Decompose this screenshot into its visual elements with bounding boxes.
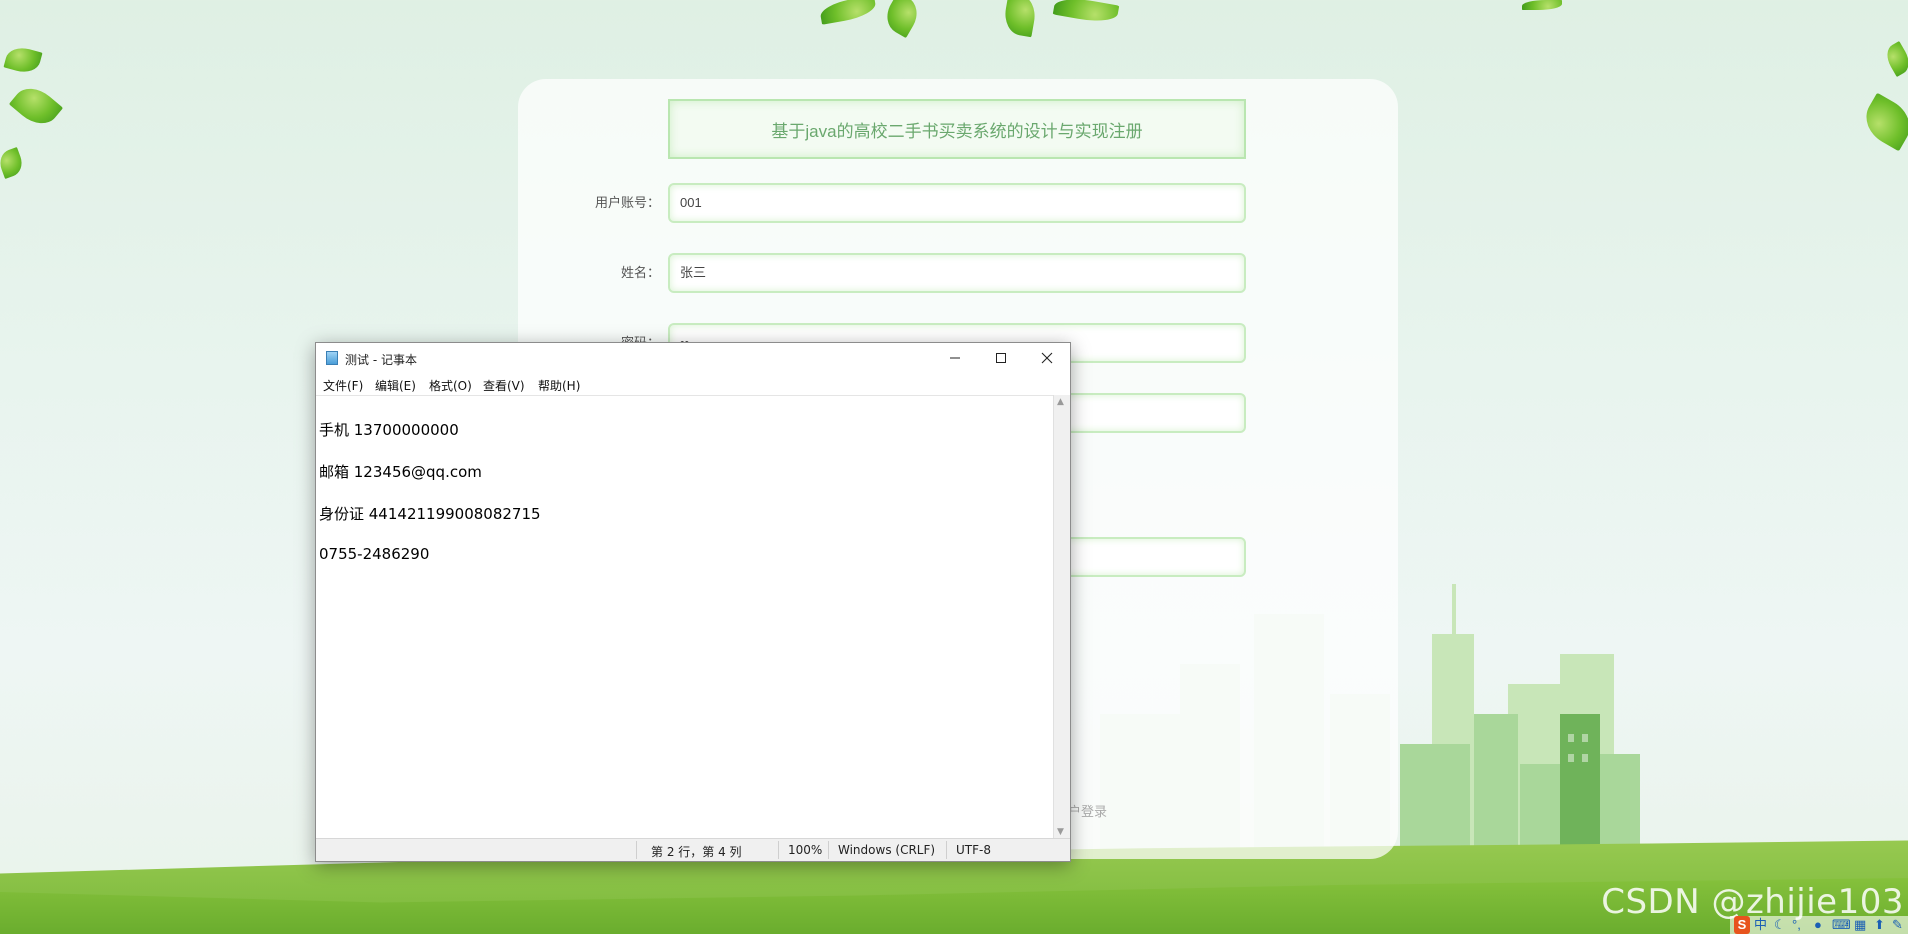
keyboard-icon[interactable]: ⌨ bbox=[1832, 916, 1851, 934]
name-label: 姓名： bbox=[620, 265, 660, 280]
text-line: 手机 13700000000 bbox=[319, 421, 459, 439]
cursor-position: 第 2 行，第 4 列 bbox=[651, 845, 742, 859]
skin-icon[interactable]: ⬆ bbox=[1874, 916, 1885, 934]
leaf-decoration bbox=[0, 147, 26, 179]
account-input[interactable]: 001 bbox=[668, 183, 1246, 223]
ime-logo-icon: S bbox=[1734, 916, 1750, 934]
register-title: 基于java的高校二手书买卖系统的设计与实现注册 bbox=[668, 99, 1246, 159]
leaf-decoration bbox=[1522, 0, 1562, 10]
notepad-window: 测试 - 记事本 文件(F) 编辑(E) 格式(O) 查看(V) 帮助(H) 手… bbox=[315, 342, 1071, 862]
minimize-button[interactable] bbox=[932, 343, 978, 373]
moon-icon[interactable]: ☾ bbox=[1774, 916, 1786, 934]
leaf-decoration bbox=[1001, 0, 1039, 38]
menu-view[interactable]: 查看(V) bbox=[483, 377, 525, 394]
tool-icon[interactable]: ✎ bbox=[1892, 916, 1903, 934]
register-title-text: 基于java的高校二手书买卖系统的设计与实现注册 bbox=[771, 121, 1143, 141]
scroll-down-icon[interactable]: ▼ bbox=[1057, 827, 1064, 837]
minimize-icon bbox=[950, 357, 960, 359]
menu-edit[interactable]: 编辑(E) bbox=[375, 377, 416, 394]
leaf-decoration bbox=[818, 0, 878, 25]
leaf-decoration bbox=[1881, 41, 1908, 77]
leaf-decoration bbox=[8, 79, 64, 133]
menu-help[interactable]: 帮助(H) bbox=[538, 377, 580, 394]
maximize-icon bbox=[996, 353, 1006, 363]
name-row: 姓名： 张三 bbox=[518, 253, 1246, 293]
notepad-text-area[interactable]: 手机 13700000000 邮箱 123456@qq.com 身份证 4414… bbox=[316, 395, 1054, 839]
account-row: 用户账号： 001 bbox=[518, 183, 1246, 223]
scroll-up-icon[interactable]: ▲ bbox=[1057, 397, 1064, 407]
close-icon bbox=[1041, 352, 1053, 364]
mic-icon[interactable]: ● bbox=[1814, 916, 1822, 934]
leaf-decoration bbox=[1052, 0, 1120, 26]
vertical-scrollbar[interactable]: ▲ ▼ bbox=[1053, 395, 1070, 839]
text-line: 身份证 441421199008082715 bbox=[319, 505, 541, 523]
notepad-statusbar: 第 2 行，第 4 列 100% Windows (CRLF) UTF-8 bbox=[316, 838, 1070, 861]
ime-toolbar[interactable]: S 中 ☾ °, ● ⌨ ▦ ⬆ ✎ bbox=[1730, 916, 1908, 934]
notepad-icon bbox=[326, 351, 338, 365]
menu-format[interactable]: 格式(O) bbox=[429, 377, 472, 394]
text-line: 邮箱 123456@qq.com bbox=[319, 463, 482, 481]
zoom-level: 100% bbox=[788, 843, 823, 857]
building bbox=[1474, 714, 1518, 864]
punctuation-icon[interactable]: °, bbox=[1792, 916, 1801, 934]
encoding: UTF-8 bbox=[956, 843, 991, 857]
notepad-menubar: 文件(F) 编辑(E) 格式(O) 查看(V) 帮助(H) bbox=[316, 373, 1070, 395]
ime-mode[interactable]: 中 bbox=[1754, 916, 1767, 934]
login-link[interactable]: 户登录 bbox=[1068, 801, 1107, 820]
maximize-button[interactable] bbox=[978, 343, 1024, 373]
leaf-decoration bbox=[880, 0, 924, 39]
building bbox=[1560, 714, 1600, 864]
account-label: 用户账号： bbox=[594, 195, 660, 210]
menu-file[interactable]: 文件(F) bbox=[323, 377, 363, 394]
line-ending: Windows (CRLF) bbox=[838, 843, 936, 857]
text-line: 0755-2486290 bbox=[319, 545, 430, 563]
leaf-decoration bbox=[3, 44, 43, 76]
notepad-title: 测试 - 记事本 bbox=[345, 353, 417, 367]
close-button[interactable] bbox=[1024, 343, 1070, 373]
leaf-decoration bbox=[1857, 92, 1908, 152]
name-input[interactable]: 张三 bbox=[668, 253, 1246, 293]
notepad-titlebar[interactable]: 测试 - 记事本 bbox=[316, 343, 1070, 373]
grid-icon[interactable]: ▦ bbox=[1854, 916, 1866, 934]
